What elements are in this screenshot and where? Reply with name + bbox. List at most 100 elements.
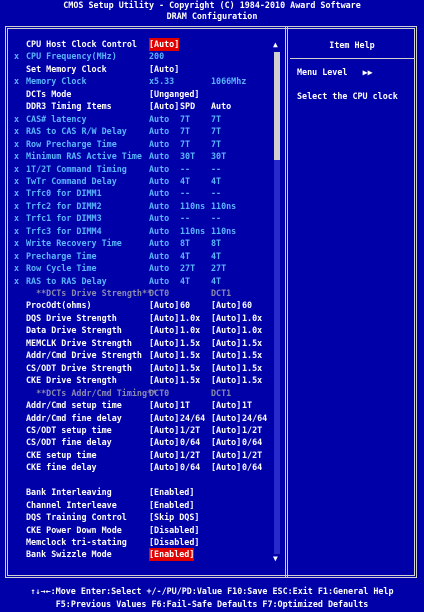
scroll-up-icon[interactable]: ▲ — [273, 40, 278, 49]
setting-value: [Disabled] — [149, 524, 200, 535]
setting-value-2: 1/2T — [180, 424, 201, 435]
setting-value-4: 24/64 — [242, 412, 268, 423]
setting-value[interactable]: [Enabled] — [149, 548, 195, 561]
setting-label: CKE fine delay — [26, 462, 97, 473]
setting-value-3: 7T — [211, 126, 222, 137]
setting-value-2: 24/64 — [180, 412, 206, 423]
setting-value-3: 8T — [211, 238, 222, 249]
setting-label: CKE setup time — [26, 449, 97, 460]
setting-value: [Auto] — [149, 375, 180, 386]
setting-value-4: 1.5x — [242, 350, 263, 361]
setting-value-2: SPD — [180, 101, 196, 112]
setting-label: **DCTs Addr/Cmd Timing** — [26, 387, 158, 398]
title-bar: CMOS Setup Utility - Copyright (C) 1984-… — [0, 0, 424, 24]
setting-value: [Auto] — [149, 325, 180, 336]
setting-value: Auto — [149, 163, 170, 174]
help-divider — [285, 26, 289, 578]
setting-value-3: [Auto] — [211, 424, 242, 435]
setting-value: [Auto] — [149, 300, 180, 311]
setting-value-3: 4T — [211, 275, 222, 286]
setting-value-2: 7T — [180, 138, 191, 149]
setting-value: [Auto] — [149, 462, 180, 473]
setting-label: 1T/2T Command Timing — [26, 163, 127, 174]
setting-value-3: -- — [211, 163, 222, 174]
setting-label: Memory Clock — [26, 76, 87, 87]
setting-value: Auto — [149, 225, 170, 236]
setting-value: [Auto] — [149, 412, 180, 423]
setting-value-2: 1.0x — [180, 325, 201, 336]
setting-label: CS/ODT Drive Strength — [26, 362, 132, 373]
setting-value-2: 4T — [180, 275, 191, 286]
disabled-marker: x — [14, 51, 20, 62]
setting-value-4: 1/2T — [242, 449, 263, 460]
setting-value-3: Auto — [211, 101, 232, 112]
setting-value-2: 8T — [180, 238, 191, 249]
setting-label: Trfc1 for DIMM3 — [26, 213, 102, 224]
setting-value-2: 110ns — [180, 200, 206, 211]
setting-value: Auto — [149, 250, 170, 261]
setting-value-2: 1T — [180, 400, 191, 411]
setting-value: Auto — [149, 175, 170, 186]
setting-value-3: [Auto] — [211, 375, 242, 386]
setting-value: [Auto] — [149, 424, 180, 435]
setting-label: Bank Interleaving — [26, 487, 112, 498]
setting-value-3: 1066Mhz — [211, 76, 247, 87]
disabled-marker: x — [14, 76, 20, 87]
setting-value-3: 4T — [211, 250, 222, 261]
setting-value-2: 1.5x — [180, 350, 201, 361]
setting-value: Auto — [149, 200, 170, 211]
setting-value-3: [Auto] — [211, 337, 242, 348]
setting-value: Auto — [149, 113, 170, 124]
setting-value-2: 7T — [180, 126, 191, 137]
setting-value-3: [Auto] — [211, 400, 242, 411]
scroll-down-icon[interactable]: ▼ — [273, 554, 278, 563]
help-text: Select the CPU clock — [297, 91, 398, 101]
setting-value-2: 1.0x — [180, 312, 201, 323]
disabled-marker: x — [14, 163, 20, 174]
setting-value-3: -- — [211, 188, 222, 199]
setting-value: Auto — [149, 126, 170, 137]
setting-label: CPU Host Clock Control — [26, 39, 137, 49]
setting-label: Bank Swizzle Mode — [26, 549, 112, 560]
scrollbar[interactable]: ▲ ▼ — [273, 40, 280, 564]
setting-value: Auto — [149, 275, 170, 286]
setting-value: [Auto] — [149, 337, 180, 348]
footer-keys-line2: F5:Previous Values F6:Fail-Safe Defaults… — [55, 599, 369, 609]
scroll-thumb[interactable] — [274, 52, 280, 160]
setting-label: Trfc0 for DIMM1 — [26, 188, 102, 199]
setting-value: [Disabled] — [149, 537, 200, 547]
setting-label: **DCTs Drive Strength** — [26, 288, 153, 298]
setting-value: [Auto] — [149, 400, 180, 411]
setting-value[interactable]: [Auto] — [149, 38, 180, 51]
setting-value-2: 110ns — [180, 225, 206, 236]
setting-label: CS/ODT fine delay — [26, 437, 112, 448]
setting-value: Auto — [149, 188, 170, 199]
setting-value-3: [Auto] — [211, 462, 242, 473]
menu-level-arrows-icon: ▶▶ — [362, 67, 373, 77]
setting-value-3: 7T — [211, 113, 222, 124]
setting-value: DCT0 — [149, 387, 170, 398]
setting-value-3: 110ns — [211, 200, 237, 211]
setting-label: CAS# latency — [26, 113, 87, 124]
disabled-marker: x — [14, 275, 20, 286]
menu-level-label: Menu Level — [297, 67, 348, 77]
setting-label: Set Memory Clock — [26, 63, 107, 74]
setting-value: [Auto] — [149, 362, 180, 373]
setting-value-4: 1.5x — [242, 362, 263, 373]
disabled-marker: x — [14, 250, 20, 261]
setting-value-3: [Auto] — [211, 350, 242, 361]
setting-label: Memclock tri-stating — [26, 537, 127, 547]
setting-value-2: -- — [180, 213, 191, 224]
setting-label: ProcOdt(ohms) — [26, 300, 92, 311]
setting-value-2: 0/64 — [180, 437, 201, 448]
setting-value-3: 4T — [211, 175, 222, 186]
setting-label: RAS to CAS R/W Delay — [26, 126, 127, 137]
setting-value-3: DCT1 — [211, 288, 232, 298]
setting-label: CS/ODT setup time — [26, 424, 112, 435]
setting-value-3: 110ns — [211, 225, 237, 236]
disabled-marker: x — [14, 200, 20, 211]
setting-label: DCTs Mode — [26, 88, 72, 99]
help-title: Item Help — [329, 40, 375, 50]
setting-value-3: [Auto] — [211, 362, 242, 373]
setting-label: Minimum RAS Active Time — [26, 151, 142, 162]
